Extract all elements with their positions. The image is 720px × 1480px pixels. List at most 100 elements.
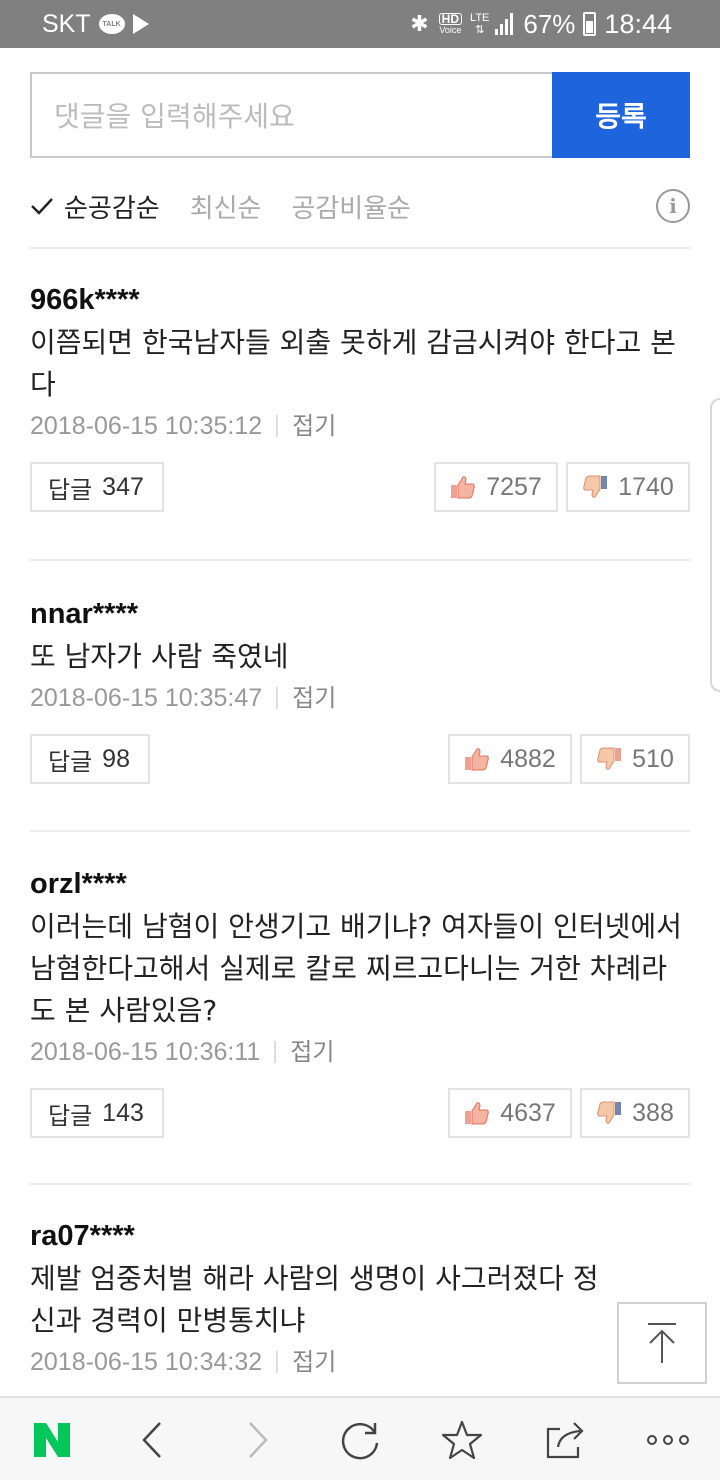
info-icon[interactable]: i bbox=[656, 189, 690, 223]
bookmark-button[interactable] bbox=[432, 1398, 492, 1480]
like-button[interactable]: 7257 bbox=[434, 462, 558, 512]
checkmark-icon bbox=[31, 198, 53, 215]
fold-button[interactable]: 접기 bbox=[292, 406, 336, 446]
reply-count: 143 bbox=[102, 1098, 144, 1127]
comment-item: orzl**** 이러는데 남혐이 안생기고 배기냐? 여자들이 인터넷에서 남… bbox=[30, 864, 690, 1138]
comment-username[interactable]: ra07**** bbox=[30, 1216, 690, 1256]
naver-logo-icon bbox=[34, 1423, 70, 1457]
reply-count: 347 bbox=[102, 472, 144, 501]
hd-label: HD bbox=[438, 13, 463, 25]
divider bbox=[30, 247, 690, 249]
dislike-count: 510 bbox=[632, 744, 674, 773]
sort-bar: 순공감순 최신순 공감비율순 i bbox=[30, 180, 690, 232]
fold-button[interactable]: 접기 bbox=[290, 1032, 334, 1072]
status-bar-right: ✱ HD Voice LTE ⇅ 67% 18:44 bbox=[410, 6, 672, 42]
sort-option-popular[interactable]: 순공감순 bbox=[64, 188, 160, 225]
bluetooth-icon: ✱ bbox=[410, 11, 429, 36]
comment-meta: 2018-06-15 10:34:32 접기 bbox=[30, 1342, 690, 1382]
meta-separator bbox=[276, 415, 279, 437]
forward-button[interactable] bbox=[228, 1398, 288, 1480]
refresh-icon bbox=[341, 1423, 379, 1460]
refresh-button[interactable] bbox=[330, 1398, 390, 1480]
thumbs-up-icon bbox=[465, 1102, 490, 1125]
hd-voice-icon: HD Voice bbox=[438, 13, 463, 35]
comment-text: 이쯤되면 한국남자들 외출 못하게 감금시켜야 한다고 본다 bbox=[30, 326, 676, 401]
sort-option-ratio[interactable]: 공감비율순 bbox=[291, 188, 411, 225]
back-button[interactable] bbox=[122, 1398, 182, 1480]
thumbs-up-icon bbox=[465, 748, 490, 771]
bottom-toolbar bbox=[0, 1396, 720, 1480]
comment-item: nnar**** 또 남자가 사람 죽였네 2018-06-15 10:35:4… bbox=[30, 594, 690, 784]
share-button[interactable] bbox=[536, 1398, 596, 1480]
back-icon bbox=[142, 1422, 161, 1458]
comment-text: 제발 엄중처벌 해라 사람의 생명이 사그러졌다 정신과 경력이 만병통치냐 bbox=[30, 1262, 599, 1337]
status-bar-left: SKT TALK bbox=[42, 8, 149, 40]
fold-button[interactable]: 접기 bbox=[292, 678, 336, 718]
sort-option-latest[interactable]: 최신순 bbox=[190, 188, 262, 225]
comment-meta: 2018-06-15 10:35:47 접기 bbox=[30, 678, 690, 718]
clock: 18:44 bbox=[604, 8, 672, 39]
dislike-count: 1740 bbox=[618, 472, 674, 501]
dislike-button[interactable]: 1740 bbox=[566, 462, 690, 512]
signal-icon bbox=[495, 13, 515, 35]
carrier-label: SKT bbox=[42, 9, 91, 38]
like-count: 7257 bbox=[486, 472, 542, 501]
more-icon bbox=[647, 1435, 689, 1445]
comment-actions: 답글 347 7257 1740 bbox=[30, 462, 690, 512]
lte-icon: LTE ⇅ bbox=[470, 12, 490, 36]
comment-actions: 답글 143 4637 388 bbox=[30, 1088, 690, 1138]
divider bbox=[30, 1183, 690, 1185]
bookmark-star-icon bbox=[441, 1420, 483, 1460]
reply-label: 답글 bbox=[48, 747, 93, 776]
reply-button[interactable]: 답글 98 bbox=[30, 734, 150, 784]
thumbs-up-icon bbox=[451, 476, 476, 499]
more-button[interactable] bbox=[638, 1398, 698, 1480]
comment-item: 966k**** 이쯤되면 한국남자들 외출 못하게 감금시켜야 한다고 본다 … bbox=[30, 280, 690, 512]
reply-button[interactable]: 답글 143 bbox=[30, 1088, 164, 1138]
divider bbox=[30, 830, 690, 832]
like-button[interactable]: 4882 bbox=[448, 734, 572, 784]
thumbs-down-icon bbox=[597, 1101, 622, 1124]
like-button[interactable]: 4637 bbox=[448, 1088, 572, 1138]
thumbs-down-icon bbox=[583, 475, 608, 498]
reply-label: 답글 bbox=[48, 475, 93, 504]
dislike-count: 388 bbox=[632, 1098, 674, 1127]
submit-comment-button[interactable]: 등록 bbox=[552, 72, 690, 158]
forward-icon bbox=[249, 1422, 268, 1458]
lte-label: LTE bbox=[470, 12, 490, 24]
voice-label: Voice bbox=[439, 25, 462, 35]
kakaotalk-icon: TALK bbox=[98, 14, 125, 34]
reply-count: 98 bbox=[102, 744, 130, 773]
dislike-button[interactable]: 388 bbox=[580, 1088, 690, 1138]
comment-text: 또 남자가 사람 죽였네 bbox=[30, 640, 289, 673]
comment-meta: 2018-06-15 10:35:12 접기 bbox=[30, 406, 690, 446]
comment-username[interactable]: orzl**** bbox=[30, 864, 690, 904]
like-count: 4882 bbox=[500, 744, 556, 773]
comment-item: ra07**** 제발 엄중처벌 해라 사람의 생명이 사그러졌다 정신과 경력… bbox=[30, 1216, 690, 1382]
meta-separator bbox=[276, 687, 279, 709]
naver-home-button[interactable] bbox=[22, 1398, 82, 1480]
reply-label: 답글 bbox=[48, 1101, 93, 1130]
play-store-icon bbox=[132, 14, 149, 34]
scroll-to-top-button[interactable] bbox=[617, 1302, 707, 1384]
comment-meta: 2018-06-15 10:36:11 접기 bbox=[30, 1032, 690, 1072]
comment-timestamp: 2018-06-15 10:35:47 bbox=[30, 684, 263, 712]
arrow-up-icon bbox=[648, 1323, 676, 1363]
thumbs-down-icon bbox=[597, 747, 622, 770]
reply-button[interactable]: 답글 347 bbox=[30, 462, 164, 512]
battery-icon bbox=[583, 12, 597, 36]
comment-username[interactable]: nnar**** bbox=[30, 594, 690, 634]
fold-button[interactable]: 접기 bbox=[292, 1342, 336, 1382]
comment-input[interactable]: 댓글을 입력해주세요 bbox=[30, 72, 552, 158]
divider bbox=[30, 559, 690, 561]
battery-percent: 67% bbox=[523, 8, 576, 39]
comment-text: 이러는데 남혐이 안생기고 배기냐? 여자들이 인터넷에서 남혐한다고해서 실제… bbox=[30, 910, 682, 1027]
comment-actions: 답글 98 4882 510 bbox=[30, 734, 690, 784]
comment-timestamp: 2018-06-15 10:36:11 bbox=[30, 1038, 261, 1066]
meta-separator bbox=[276, 1351, 279, 1373]
comment-username[interactable]: 966k**** bbox=[30, 280, 690, 320]
like-count: 4637 bbox=[500, 1098, 556, 1127]
dislike-button[interactable]: 510 bbox=[580, 734, 690, 784]
scroll-handle[interactable] bbox=[710, 398, 720, 692]
comment-timestamp: 2018-06-15 10:34:32 bbox=[30, 1348, 263, 1376]
